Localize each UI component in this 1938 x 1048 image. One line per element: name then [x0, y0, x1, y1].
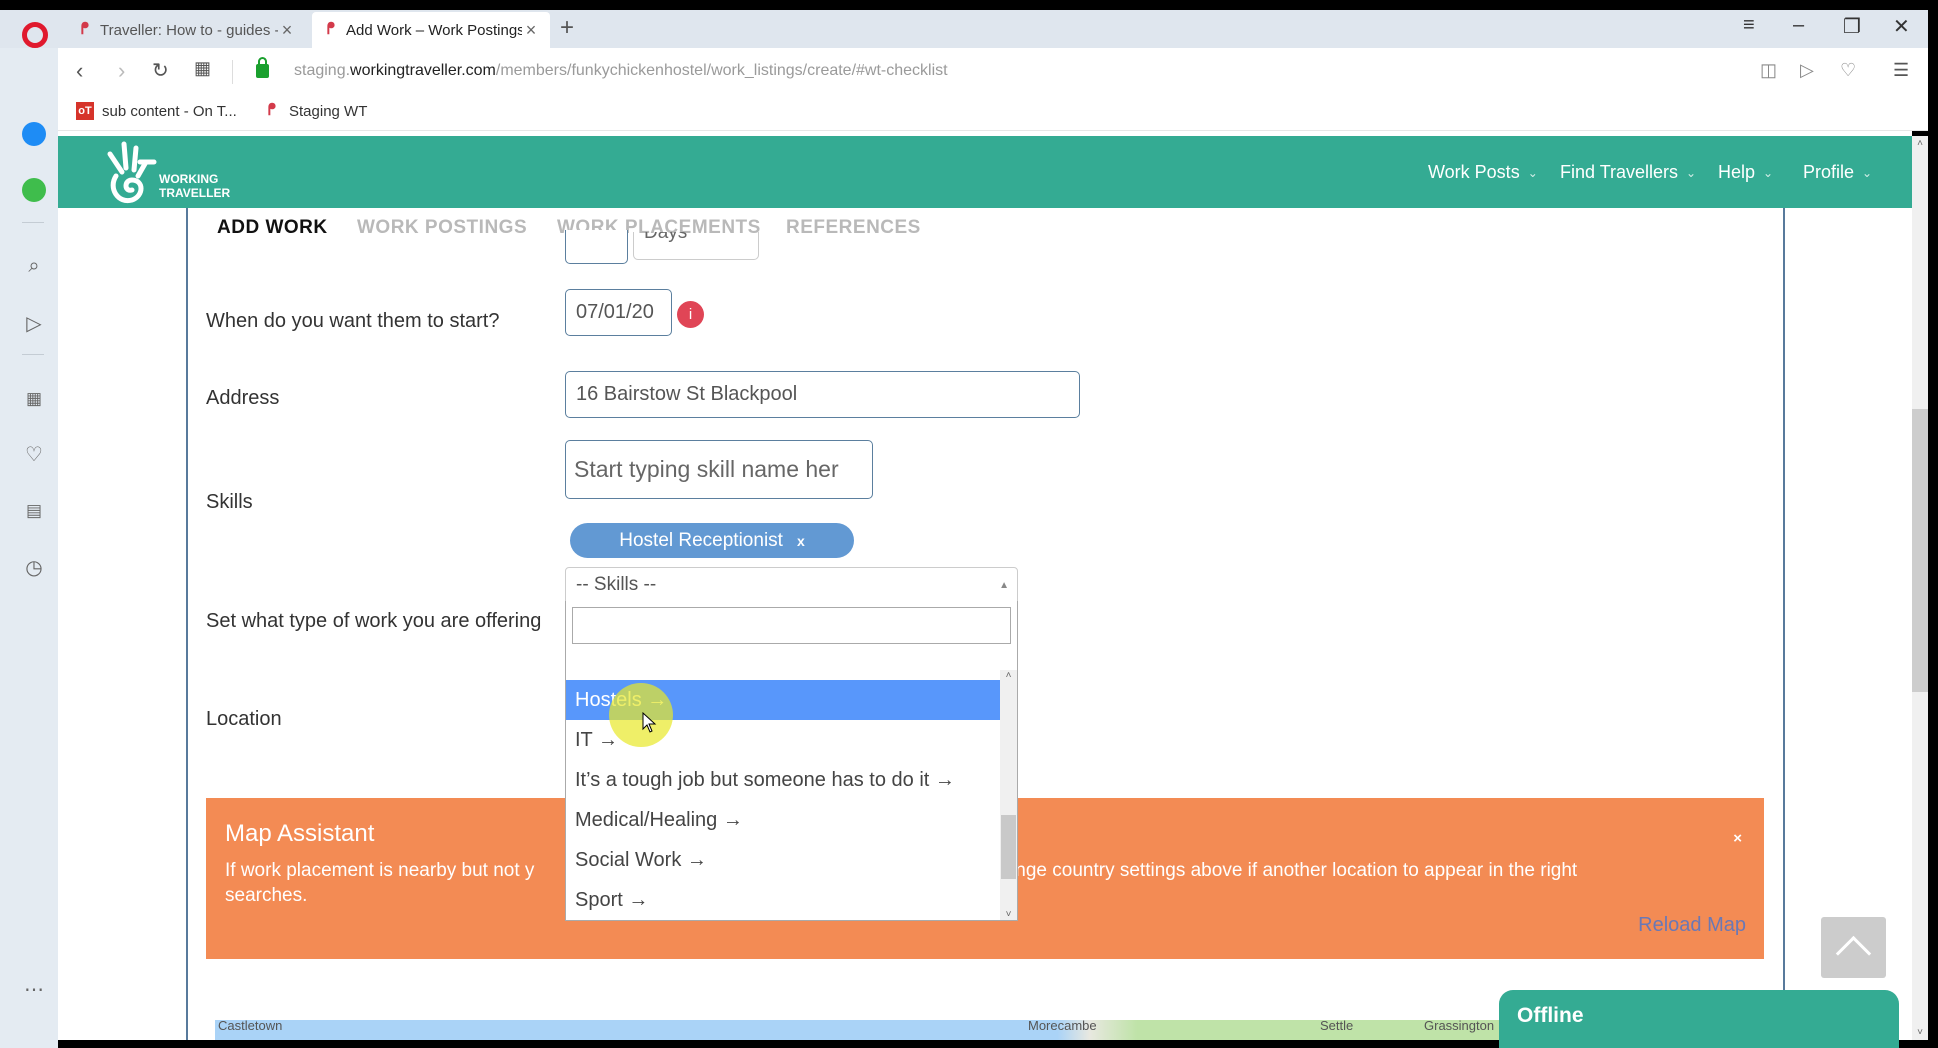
- page-scroll-thumb[interactable]: [1912, 409, 1928, 692]
- page-scrollbar[interactable]: ˄ ˅: [1912, 136, 1928, 1040]
- address-divider: [232, 60, 233, 84]
- dropdown-scrollbar[interactable]: ˄ ˅: [1000, 670, 1017, 920]
- ontravel-icon: oT: [76, 102, 94, 120]
- snapshot-icon[interactable]: ◫: [1760, 60, 1777, 81]
- dropdown-scroll-thumb[interactable]: [1001, 815, 1016, 879]
- history-clock-icon[interactable]: ◷: [20, 553, 48, 581]
- skills-category-select[interactable]: -- Skills -- ▲: [565, 567, 1018, 602]
- dropdown-option[interactable]: Events - Live ( Festivals) →: [566, 670, 1001, 680]
- chevron-down-icon: ⌄: [1763, 165, 1774, 180]
- map-label: Grassington: [1424, 1018, 1495, 1033]
- close-tab-icon[interactable]: ×: [522, 20, 540, 41]
- search-icon[interactable]: ⌕: [20, 252, 48, 280]
- scroll-up-icon[interactable]: ˄: [1912, 138, 1928, 149]
- sidebar-divider: [22, 354, 44, 355]
- dropdown-search-input[interactable]: [572, 607, 1011, 644]
- remove-skill-icon[interactable]: x: [797, 533, 805, 549]
- chevron-down-icon: ⌄: [1862, 165, 1873, 180]
- cursor-highlight: [609, 683, 673, 747]
- opera-menu-icon[interactable]: [22, 22, 48, 48]
- content-border-left: [186, 208, 188, 1040]
- reload-map-link[interactable]: Reload Map: [1638, 914, 1746, 937]
- speed-dial-icon[interactable]: ▦: [20, 385, 48, 413]
- speed-dial-icon[interactable]: ▦: [194, 58, 211, 79]
- working-traveller-favicon-icon: ᖰ: [267, 102, 277, 119]
- scroll-down-icon[interactable]: ˅: [1000, 909, 1017, 920]
- chevron-down-icon: ⌄: [1527, 165, 1538, 180]
- nav-profile[interactable]: Profile ⌄: [1803, 162, 1872, 183]
- close-window-icon[interactable]: ✕: [1893, 14, 1910, 39]
- work-type-label: Set what type of work you are offering: [206, 610, 542, 632]
- bookmark-staging-wt[interactable]: ᖰ Staging WT: [263, 102, 368, 120]
- nav-find-travellers[interactable]: Find Travellers ⌄: [1560, 162, 1696, 183]
- skills-label: Skills: [206, 491, 253, 513]
- dropdown-option[interactable]: Medical/Healing →: [566, 800, 1001, 840]
- sidebar-divider: [22, 222, 44, 223]
- address-label: Address: [206, 387, 280, 409]
- browser-tab-guides[interactable]: ᖰ Traveller: How to - guides - ×: [66, 12, 306, 48]
- chevron-down-icon: ⌄: [1686, 165, 1697, 180]
- map-label: Castletown: [218, 1018, 283, 1033]
- chat-widget-offline[interactable]: Offline: [1499, 990, 1899, 1048]
- restore-icon[interactable]: ❐: [1843, 14, 1861, 39]
- skills-dropdown: Events - Live ( Festivals) → Hostels → I…: [565, 601, 1018, 921]
- browser-tab-add-work[interactable]: ᖰ Add Work – Work Postings ×: [312, 12, 550, 48]
- dropdown-option[interactable]: It’s a tough job but someone has to do i…: [566, 760, 1001, 800]
- scroll-to-top-button[interactable]: [1821, 917, 1886, 978]
- news-icon[interactable]: ▤: [20, 497, 48, 525]
- location-label: Location: [206, 708, 282, 730]
- url-field[interactable]: staging.workingtraveller.com/members/fun…: [294, 62, 948, 80]
- new-tab-button[interactable]: +: [560, 14, 574, 42]
- map-assistant-title: Map Assistant: [225, 820, 375, 847]
- reload-icon[interactable]: ↻: [152, 58, 169, 83]
- site-logo-text[interactable]: WORKING TRAVELLER: [159, 172, 230, 200]
- tab-menu-icon[interactable]: ≡: [1743, 14, 1755, 37]
- working-traveller-favicon-icon: ᖰ: [80, 21, 90, 38]
- scroll-down-icon[interactable]: ˅: [1912, 1027, 1928, 1038]
- content-border-right: [1783, 208, 1785, 998]
- tab-work-postings[interactable]: WORK POSTINGS: [357, 217, 527, 239]
- duration-unit-select[interactable]: Days: [633, 232, 759, 260]
- whatsapp-icon[interactable]: [20, 176, 48, 204]
- skill-chip-hostel-receptionist: Hostel Receptionist x: [570, 523, 854, 558]
- working-traveller-logo-icon[interactable]: [100, 140, 162, 206]
- mouse-pointer-icon: [642, 712, 657, 733]
- bookmark-heart-icon[interactable]: ♡: [1840, 60, 1856, 81]
- messenger-icon[interactable]: [20, 120, 48, 148]
- dropdown-option[interactable]: Social Work →: [566, 840, 1001, 880]
- address-input[interactable]: 16 Bairstow St Blackpool: [565, 371, 1080, 418]
- more-icon[interactable]: ⋯: [20, 975, 48, 1003]
- start-date-input[interactable]: 07/01/20: [565, 289, 672, 336]
- send-icon[interactable]: ▷: [20, 309, 48, 337]
- info-icon[interactable]: i: [677, 301, 704, 328]
- skill-search-input[interactable]: Start typing skill name her: [565, 440, 873, 499]
- bookmark-sub-content[interactable]: oT sub content - On T...: [76, 102, 237, 120]
- nav-help[interactable]: Help ⌄: [1718, 162, 1773, 183]
- easy-setup-icon[interactable]: ☰: [1893, 60, 1909, 81]
- tab-references[interactable]: REFERENCES: [786, 217, 921, 239]
- back-icon[interactable]: ‹: [76, 58, 83, 84]
- send-icon[interactable]: ▷: [1800, 60, 1814, 81]
- forward-icon[interactable]: ›: [118, 58, 125, 84]
- map-label: Settle: [1320, 1018, 1354, 1033]
- lock-icon[interactable]: [256, 57, 269, 78]
- dropdown-option[interactable]: Sport →: [566, 880, 1001, 920]
- minimize-icon[interactable]: –: [1793, 14, 1804, 37]
- nav-work-posts[interactable]: Work Posts ⌄: [1428, 162, 1538, 183]
- scroll-up-icon[interactable]: ˄: [1000, 670, 1017, 681]
- bookmarks-heart-icon[interactable]: ♡: [20, 440, 48, 468]
- working-traveller-favicon-icon: ᖰ: [326, 21, 336, 38]
- start-date-label: When do you want them to start?: [206, 310, 500, 332]
- tab-add-work[interactable]: ADD WORK: [217, 217, 328, 239]
- duration-number-input[interactable]: [565, 230, 628, 264]
- caret-up-icon: ▲: [999, 580, 1009, 591]
- close-icon[interactable]: ×: [1733, 830, 1742, 847]
- map-label: Morecambe: [1028, 1018, 1097, 1033]
- close-tab-icon[interactable]: ×: [278, 20, 296, 41]
